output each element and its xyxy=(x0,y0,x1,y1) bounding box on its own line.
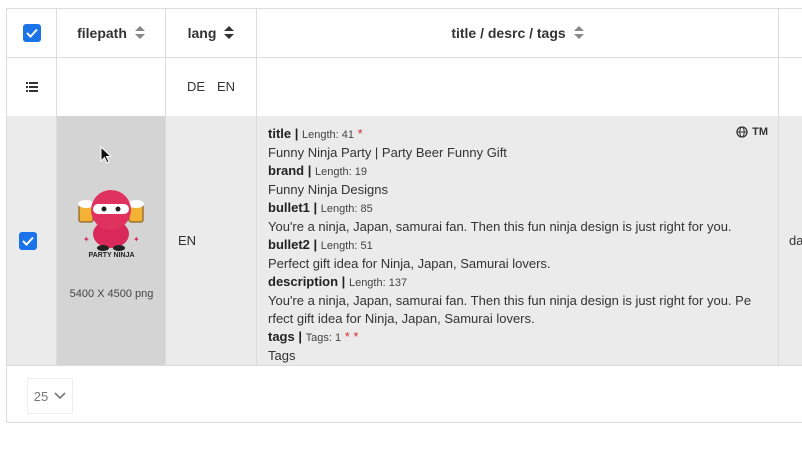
description-value-line2[interactable]: rfect gift idea for Ninja, Japan, Samura… xyxy=(268,310,773,328)
sort-icon[interactable] xyxy=(573,26,584,40)
table-header-row: filepath lang title / desrc / tags xyxy=(7,9,802,58)
sort-icon[interactable] xyxy=(224,26,235,40)
row-select-cell xyxy=(7,116,57,365)
filter-menu-cell xyxy=(7,57,57,116)
filter-title-cell xyxy=(257,57,779,116)
listing-fields: title | Length: 41 * Funny Ninja Party |… xyxy=(268,125,773,365)
product-table: filepath lang title / desrc / tags DE EN xyxy=(6,8,802,423)
filter-filepath-cell xyxy=(57,57,166,116)
row-lang-value: EN xyxy=(178,233,197,248)
filter-lang-cell: DE EN xyxy=(166,57,257,116)
bullet1-length: Length: 85 xyxy=(320,203,373,215)
lang-filter-en[interactable]: EN xyxy=(217,79,235,94)
image-dimensions: 5400 X 4500 png xyxy=(69,288,154,300)
image-brand-text: PARTY NINJA xyxy=(88,252,135,259)
sort-icon[interactable] xyxy=(134,26,145,40)
tags-key: tags | xyxy=(268,329,302,344)
description-value-line1[interactable]: You're a ninja, Japan, samurai fan. Then… xyxy=(268,292,773,310)
brand-key: brand | xyxy=(268,163,312,178)
header-title[interactable]: title / desrc / tags xyxy=(257,9,779,57)
row-lang-cell: EN xyxy=(166,116,257,365)
title-value[interactable]: Funny Ninja Party | Party Beer Funny Gif… xyxy=(268,144,773,162)
header-next-column xyxy=(779,9,802,57)
select-all-checkbox[interactable] xyxy=(22,24,41,42)
bullet2-field-header: bullet2 | Length: 51 xyxy=(268,236,773,255)
row-checkbox[interactable] xyxy=(19,232,37,250)
tags-value[interactable]: Tags xyxy=(268,347,773,365)
title-key: title | xyxy=(268,126,299,141)
title-length: Length: 41 xyxy=(302,129,354,141)
description-length: Length: 137 xyxy=(348,277,408,289)
bullet1-key: bullet1 | xyxy=(268,200,318,215)
page-size-select[interactable]: 25 xyxy=(27,378,73,414)
check-icon xyxy=(25,28,38,38)
bullet2-value[interactable]: Perfect gift idea for Ninja, Japan, Samu… xyxy=(268,255,773,273)
header-lang[interactable]: lang xyxy=(166,9,257,57)
header-lang-label: lang xyxy=(187,25,217,41)
description-field-header: description | Length: 137 xyxy=(268,273,773,292)
filter-next-cell xyxy=(779,57,802,116)
brand-length: Length: 19 xyxy=(315,166,367,178)
page-size-value: 25 xyxy=(33,388,49,404)
header-select-cell xyxy=(7,9,57,57)
description-key: description | xyxy=(268,274,346,289)
required-star: * xyxy=(357,126,363,141)
table-row[interactable]: ✦ ✦ PARTY NINJA 5400 X 4500 png EN TM ti… xyxy=(7,116,802,366)
header-filepath-label: filepath xyxy=(77,25,127,41)
bullet1-value[interactable]: You're a ninja, Japan, samurai fan. Then… xyxy=(268,218,773,236)
header-title-label: title / desrc / tags xyxy=(451,25,566,41)
bullet2-key: bullet2 | xyxy=(268,237,318,252)
required-star: * * xyxy=(344,329,359,344)
bullet1-field-header: bullet1 | Length: 85 xyxy=(268,199,773,218)
list-icon[interactable] xyxy=(25,81,38,92)
lang-filter-de[interactable]: DE xyxy=(187,79,205,94)
next-column-partial-text: da xyxy=(789,233,802,248)
header-filepath[interactable]: filepath xyxy=(57,9,166,57)
tags-count: Tags: 1 xyxy=(305,332,342,344)
table-filter-row: DE EN xyxy=(7,57,802,117)
svg-text:✦: ✦ xyxy=(133,235,140,244)
chevron-down-icon xyxy=(54,392,66,400)
check-icon xyxy=(22,236,34,246)
brand-field-header: brand | Length: 19 xyxy=(268,162,773,181)
row-title-cell[interactable]: TM title | Length: 41 * Funny Ninja Part… xyxy=(257,116,779,365)
mouse-cursor-icon xyxy=(100,146,113,164)
tags-field-header: tags | Tags: 1 * * xyxy=(268,328,773,347)
row-next-cell: da xyxy=(779,116,802,365)
title-field-header: title | Length: 41 * xyxy=(268,125,773,144)
svg-text:✦: ✦ xyxy=(83,235,90,244)
brand-value[interactable]: Funny Ninja Designs xyxy=(268,181,773,199)
bullet2-length: Length: 51 xyxy=(320,240,373,252)
